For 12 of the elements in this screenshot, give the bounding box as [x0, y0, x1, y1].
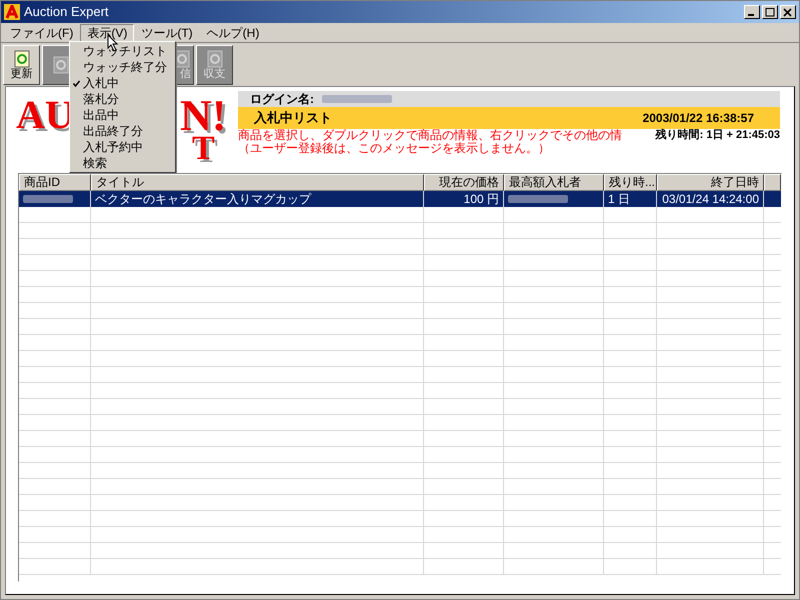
notice-text: （ユーザー登録後は、このメッセージを表示しません。） [238, 142, 551, 155]
table-cell: 03/01/24 14:24:00 [662, 192, 759, 206]
window-title: Auction Expert [24, 3, 109, 22]
list-title: 入札中リスト [254, 109, 332, 128]
login-label: ログイン名: [250, 91, 314, 108]
table-cell: 1 日 [608, 192, 630, 206]
remaining-time: 残り時間: 1日 + 21:45:03 [656, 129, 780, 142]
table-cell: ベクターのキャラクター入りマグカップ [95, 192, 311, 206]
logo-text: AU [16, 91, 74, 139]
table-cell: 100 円 [464, 192, 499, 206]
instruction-text: 商品を選択し、ダブルクリックで商品の情報、右クリックでその他の情 [238, 129, 622, 142]
date-time: 2003/01/22 16:38:57 [642, 110, 754, 127]
